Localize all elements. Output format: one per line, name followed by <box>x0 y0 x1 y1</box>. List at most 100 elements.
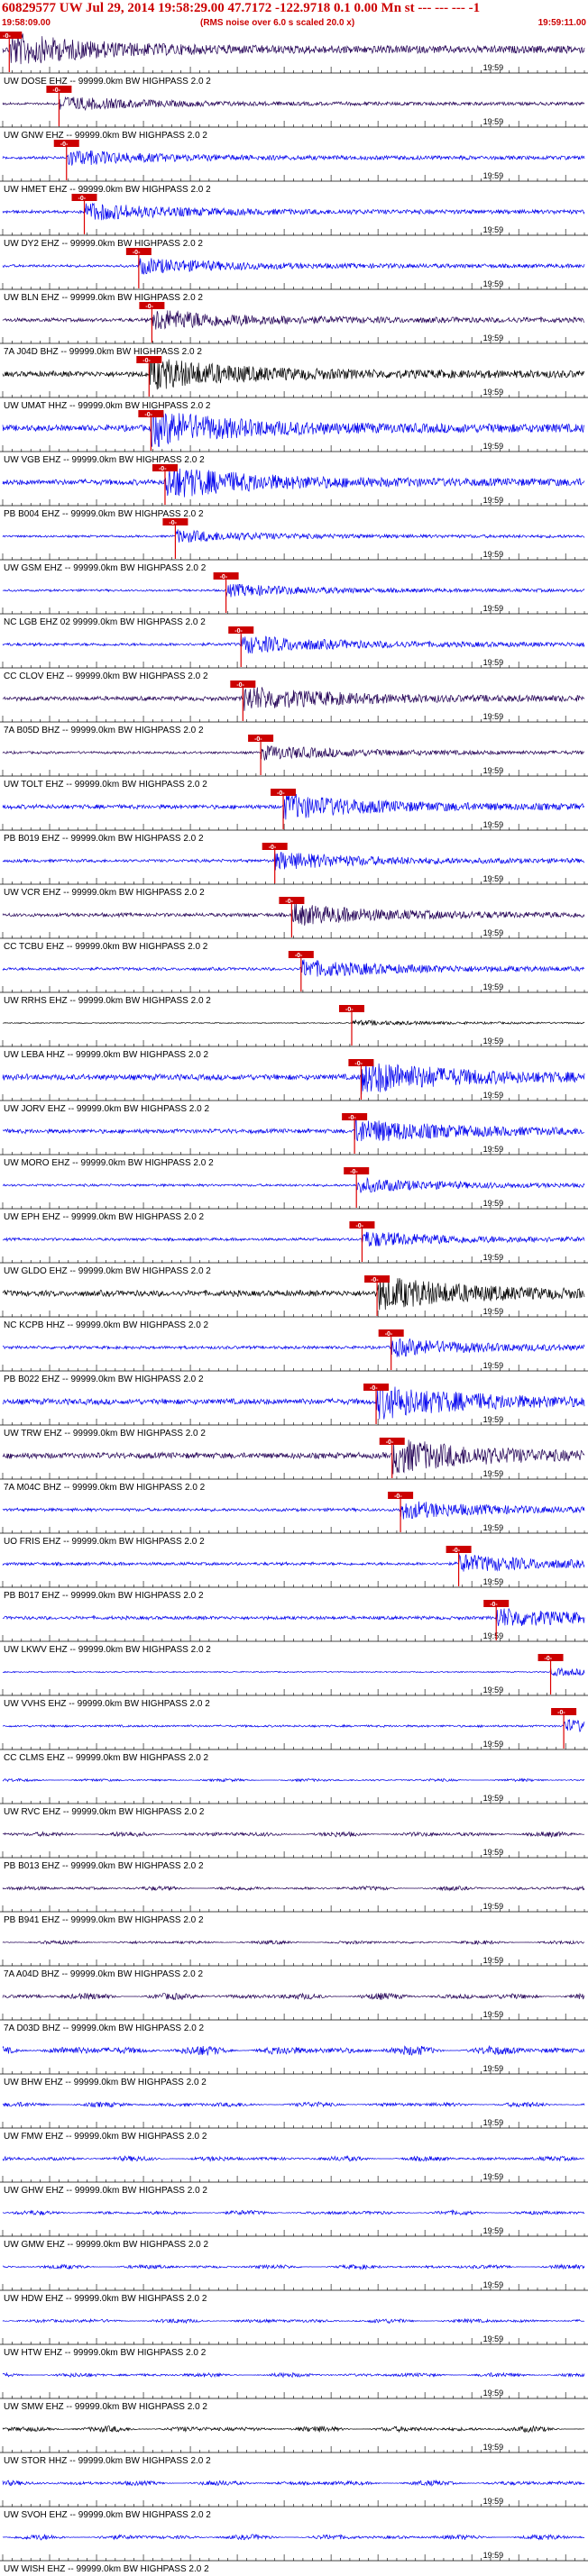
trace-row: 19:59 -0- UW UMAT HHZ -- 99999.0km BW HIGH… <box>0 356 588 411</box>
station-label: UW HMET EHZ -- 99999.0km BW HIGHPASS 2.0… <box>4 185 211 195</box>
tick-label: 19:59 <box>483 1145 504 1154</box>
waveform-trace <box>2 635 585 654</box>
waveform-trace <box>2 1501 585 1520</box>
station-label: UW TRW EHZ -- 99999.0km BW HIGHPASS 2.0 … <box>4 1429 206 1439</box>
tick-label: 19:59 <box>483 1199 504 1208</box>
trace-row: 19:59 -0- UO FRIS EHZ -- 99999.0km BW HIGH… <box>0 1492 588 1547</box>
trace-row: 19:59 -0- CC TCBU EHZ -- 99999.0km BW HIGH… <box>0 897 588 952</box>
pick-label: -0- <box>345 1007 354 1013</box>
trace-row: 19:59 UW SVOH EHZ -- 99999.0km BW HIGHPAS… <box>0 2479 588 2520</box>
station-label: PB B004 EHZ -- 99999.0km BW HIGHPASS 2.0… <box>4 509 204 519</box>
tick-label: 19:59 <box>483 171 504 180</box>
tick-label: 19:59 <box>483 388 504 397</box>
waveform-trace <box>2 2371 585 2379</box>
station-label: UW WISH EHZ -- 99999.0km BW HIGHPASS 2.0… <box>4 2564 209 2574</box>
station-label: UW GNW EHZ -- 99999.0km BW HIGHPASS 2.0 … <box>4 131 207 141</box>
waveform-trace <box>2 2263 585 2270</box>
tick-label: 19:59 <box>483 1848 504 1857</box>
station-label: UW GLDO EHZ -- 99999.0km BW HIGHPASS 2.0… <box>4 1266 211 1276</box>
waveform-trace <box>2 2479 585 2487</box>
end-time-label: 19:59:11.00 <box>537 18 586 28</box>
tick-label: 19:59 <box>483 2172 504 2181</box>
tick-label: 19:59 <box>483 63 504 72</box>
station-label: 7A D03D BHZ -- 99999.0km BW HIGHPASS 2.0… <box>4 2023 205 2033</box>
waveform-trace <box>2 2044 585 2056</box>
trace-row: 19:59 UW SMW EHZ -- 99999.0km BW HIGHPASS… <box>0 2371 588 2412</box>
trace-row: 19:59 -0- UW DY2 EHZ -- 99999.0km BW HIGHP… <box>0 194 588 249</box>
station-label: PB B017 EHZ -- 99999.0km BW HIGHPASS 2.0… <box>4 1591 204 1601</box>
trace-row: 19:59 UW HTW EHZ -- 99999.0km BW HIGHPASS… <box>0 2317 588 2358</box>
pick-label: -0- <box>142 358 151 364</box>
tick-label: 19:59 <box>483 333 504 343</box>
waveform-trace <box>2 959 585 977</box>
station-label: CC CLMS EHZ -- 99999.0km BW HIGHPASS 2.0… <box>4 1753 209 1763</box>
plot-header: 60829577 UW Jul 29, 2014 19:58:29.00 47.… <box>0 0 588 31</box>
trace-row: 19:59 PB B941 EHZ -- 99999.0km BW HIGHPAS… <box>0 1885 588 1925</box>
pick-label: -0- <box>133 250 141 256</box>
pick-label: -0- <box>371 1277 379 1283</box>
station-label: UW RRHS EHZ -- 99999.0km BW HIGHPASS 2.0… <box>4 996 211 1006</box>
waveform-trace <box>2 1554 585 1572</box>
station-label: UW UMAT HHZ -- 99999.0km BW HIGHPASS 2.0… <box>4 401 211 411</box>
trace-row: 19:59 -0- UW HMET EHZ -- 99999.0km BW HIGH… <box>0 140 588 195</box>
trace-row: 19:59 -0- UW MORO EHZ -- 99999.0km BW HIGH… <box>0 1113 588 1168</box>
station-label: NC KCPB HHZ -- 99999.0km BW HIGHPASS 2.0… <box>4 1320 209 1330</box>
tick-label: 19:59 <box>483 2551 504 2560</box>
trace-row: 19:59 -0- PB B019 EHZ -- 99999.0km BW HIGH… <box>0 789 588 844</box>
pick-label: -0- <box>348 1115 356 1121</box>
pick-label: -0- <box>159 466 167 472</box>
pick-label: -0- <box>394 1494 402 1500</box>
tick-label: 19:59 <box>483 1415 504 1424</box>
trace-row: 19:59 7A A04D BHZ -- 99999.0km BW HIGHPAS… <box>0 1940 588 1979</box>
station-label: UW GMW EHZ -- 99999.0km BW HIGHPASS 2.0 … <box>4 2240 209 2250</box>
tick-label: 19:59 <box>483 2497 504 2506</box>
station-label: UW VGB EHZ -- 99999.0km BW HIGHPASS 2.0 … <box>4 455 205 465</box>
waveform-trace <box>2 202 585 221</box>
station-label: PB B013 EHZ -- 99999.0km BW HIGHPASS 2.0… <box>4 1861 204 1871</box>
waveform-trace <box>2 1117 585 1142</box>
waveform-trace <box>2 2534 585 2541</box>
station-label: UW HTW EHZ -- 99999.0km BW HIGHPASS 2.0 … <box>4 2348 207 2358</box>
pick-label: -0- <box>269 845 277 851</box>
tick-label: 19:59 <box>483 1253 504 1262</box>
tick-label: 19:59 <box>483 1361 504 1370</box>
trace-row: 19:59 -0- PB B004 EHZ -- 99999.0km BW HIGH… <box>0 464 588 519</box>
waveform-trace <box>2 1231 585 1247</box>
pick-label: -0- <box>385 1331 393 1338</box>
waveform-trace <box>2 1885 585 1892</box>
waveform-trace <box>2 529 585 543</box>
trace-row: 19:59 -0- UW TRW EHZ -- 99999.0km BW HIGHP… <box>0 1384 588 1439</box>
tick-label: 19:59 <box>483 1685 504 1694</box>
tick-label: 19:59 <box>483 2064 504 2073</box>
waveform-trace <box>2 1060 585 1095</box>
waveform-trace <box>2 1276 585 1311</box>
waveform-trace <box>2 2425 585 2434</box>
station-label: 7A B05D BHZ -- 99999.0km BW HIGHPASS 2.0… <box>4 726 204 735</box>
pick-label: -0- <box>236 682 244 689</box>
station-label: UW LEBA HHZ -- 99999.0km BW HIGHPASS 2.0… <box>4 1050 209 1060</box>
trace-row: 19:59 -0- UW VCR EHZ -- 99999.0km BW HIGHP… <box>0 843 588 898</box>
tick-label: 19:59 <box>483 550 504 559</box>
trace-row: 19:59 -0- PB B017 EHZ -- 99999.0km BW HIGH… <box>0 1546 588 1601</box>
trace-row: 19:59 -0- 7A B05D BHZ -- 99999.0km BW HIGH… <box>0 681 588 735</box>
trace-row: 19:59 UW GMW EHZ -- 99999.0km BW HIGHPASS… <box>0 2209 588 2250</box>
tick-label: 19:59 <box>483 2010 504 2019</box>
trace-row: 19:59 -0- UW JORV EHZ -- 99999.0km BW HIGH… <box>0 1059 588 1114</box>
waveform-trace <box>2 851 585 871</box>
station-label: UW SMW EHZ -- 99999.0km BW HIGHPASS 2.0 … <box>4 2402 207 2412</box>
pick-label: -0- <box>169 520 177 526</box>
tick-label: 19:59 <box>483 1523 504 1532</box>
trace-row: 19:59 UW HDW EHZ -- 99999.0km BW HIGHPASS… <box>0 2263 588 2304</box>
pick-label: -0- <box>386 1439 394 1446</box>
station-label: UW SVOH EHZ -- 99999.0km BW HIGHPASS 2.0… <box>4 2510 211 2520</box>
waveform-trace <box>2 1667 585 1676</box>
station-label: UW BLN EHZ -- 99999.0km BW HIGHPASS 2.0 … <box>4 293 203 303</box>
station-label: UW MORO EHZ -- 99999.0km BW HIGHPASS 2.0… <box>4 1158 214 1168</box>
station-label: UW HDW EHZ -- 99999.0km BW HIGHPASS 2.0 … <box>4 2294 207 2304</box>
start-time-label: 19:58:09.00 <box>2 18 51 28</box>
waveform-trace <box>2 2101 585 2108</box>
seismogram-plot: 19:59-0-UW DOSE EHZ -- 99999.0km BW HIGH… <box>0 32 588 2574</box>
tick-label: 19:59 <box>483 279 504 288</box>
tick-label: 19:59 <box>483 928 504 937</box>
tick-label: 19:59 <box>483 982 504 991</box>
